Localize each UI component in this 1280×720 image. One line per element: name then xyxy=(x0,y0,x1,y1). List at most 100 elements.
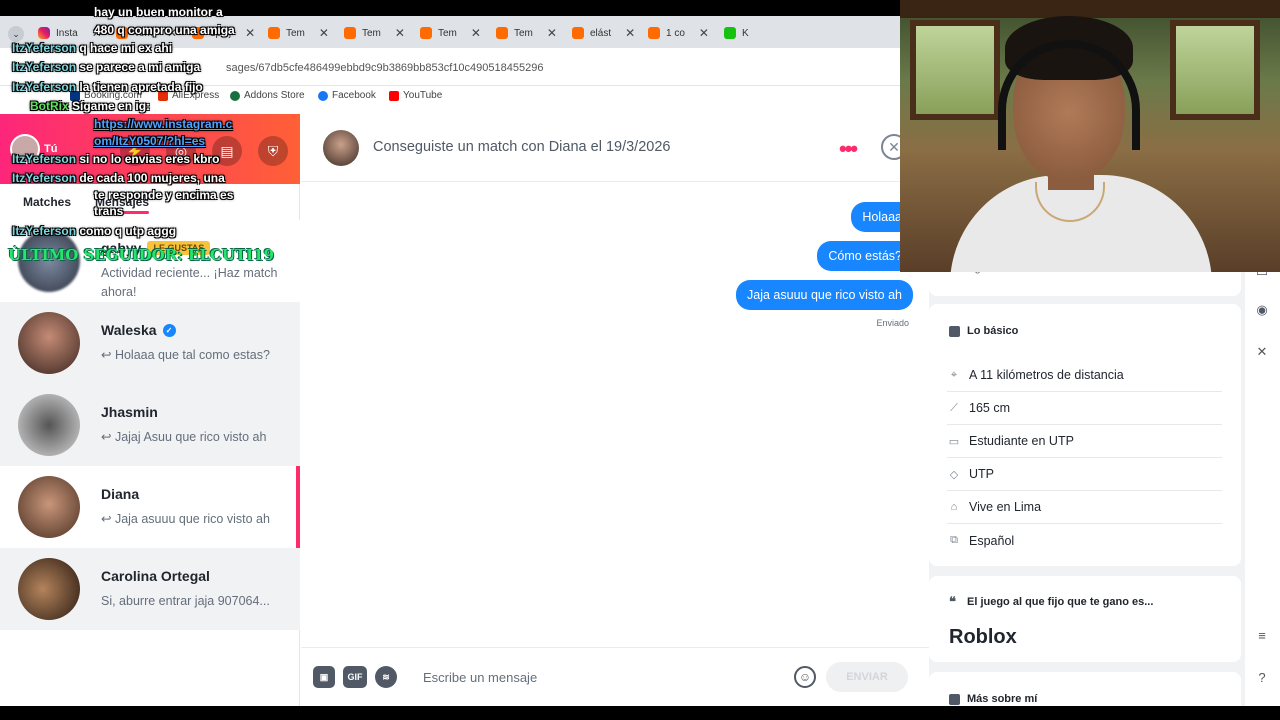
basics-card: Lo básico ⌖ A 11 kilómetros de distancia … xyxy=(929,304,1241,566)
bookmark-label: AliExpress xyxy=(172,90,220,101)
conversation-name: gabyy LE GUSTAS xyxy=(101,240,211,256)
message-input[interactable]: Escribe un mensaje xyxy=(423,670,537,685)
conversation-name: Jhasmin xyxy=(101,404,158,420)
bookmark-booking[interactable]: Booking.com xyxy=(70,90,142,101)
basics-title: Lo básico xyxy=(967,325,1019,337)
chat-panel: Conseguiste un match con Diana el 19/3/2… xyxy=(301,114,929,720)
window xyxy=(1170,20,1260,120)
conversation-gabyy[interactable]: gabyy LE GUSTAS Actividad reciente... ¡Ha… xyxy=(0,220,300,302)
browser-tab[interactable]: elást ✕ xyxy=(572,22,635,44)
conversation-name: Carolina Ortegal xyxy=(101,568,210,584)
sidebar-tabs: Matches Mensajes xyxy=(0,184,300,220)
shield-icon[interactable]: ⛨ xyxy=(258,136,288,166)
conversation-carolina[interactable]: Carolina Ortegal Si, aburre entrar jaja … xyxy=(0,548,300,630)
tools-icon[interactable]: ✕ xyxy=(1254,344,1270,360)
gif-button[interactable]: GIF xyxy=(343,666,367,688)
sidebar: Tú ⚡ ◎ ▤ ⛨ Matches Mensajes gabyy LE GUST… xyxy=(0,114,300,720)
profile-panel: Contiger Lo básico ⌖A 11 kilómetros de d… xyxy=(929,260,1251,720)
bottom-black-bar xyxy=(0,706,1280,720)
browser-tab[interactable]: Insta ✕ xyxy=(38,22,102,44)
tab-messages[interactable]: Mensajes xyxy=(95,195,150,214)
avatar xyxy=(18,476,80,538)
conversation-preview: Actividad reciente... ¡Haz match ahora! xyxy=(101,266,278,299)
name-text: Diana xyxy=(101,486,140,502)
tab-label: Tem xyxy=(286,27,305,39)
briefcase-icon[interactable]: ▤ xyxy=(212,136,242,166)
sent-status: Enviado xyxy=(876,318,909,328)
my-avatar[interactable] xyxy=(10,134,40,164)
tab-label: Tem xyxy=(514,27,533,39)
tab-matches[interactable]: Matches xyxy=(23,195,71,209)
browser-tab[interactable]: Tem ✕ xyxy=(268,22,329,44)
sliders-icon[interactable]: ≡ xyxy=(1254,628,1270,644)
gamepad-icon[interactable]: ◉ xyxy=(1254,302,1270,318)
bookmark-label: Booking.com xyxy=(84,90,142,101)
tab-close-icon[interactable]: ✕ xyxy=(167,26,177,40)
conversation-diana[interactable]: Diana ↩ Jaja asuuu que rico visto ah xyxy=(0,466,300,548)
bookmark-facebook[interactable]: Facebook xyxy=(318,90,376,101)
browser-tab[interactable]: Tem ✕ xyxy=(496,22,557,44)
basics-icon xyxy=(949,326,960,337)
match-avatar[interactable] xyxy=(323,130,359,166)
briefcase-icon: ▭ xyxy=(948,435,960,448)
tab-close-icon[interactable]: ✕ xyxy=(547,26,557,40)
avatar xyxy=(18,230,80,292)
tab-close-icon[interactable]: ✕ xyxy=(395,26,405,40)
tab-label: Tem xyxy=(438,27,457,39)
name-text: Jhasmin xyxy=(101,404,158,420)
bookmark-addons[interactable]: Addons Store xyxy=(230,90,305,101)
browser-tab[interactable]: 1 co ✕ xyxy=(648,22,709,44)
right-rail: ▭ ◉ ✕ ≡ ? xyxy=(1245,264,1280,720)
prompt-title: El juego al que fijo que te gano es... xyxy=(967,596,1154,608)
tab-favicon-icon xyxy=(344,27,356,39)
tab-close-icon[interactable]: ✕ xyxy=(92,26,102,40)
browser-tab[interactable]: K xyxy=(724,22,749,44)
conversation-waleska[interactable]: Waleska ✓ ↩ Holaaa que tal como estas? xyxy=(0,302,300,384)
more-about-title: Más sobre mí xyxy=(967,693,1038,705)
preview-text: Holaaa que tal como estas? xyxy=(114,348,270,362)
tab-label: 1pc j xyxy=(210,27,232,39)
tab-close-icon[interactable]: ✕ xyxy=(471,26,481,40)
explore-icon[interactable]: ◎ xyxy=(166,136,196,166)
spotify-icon[interactable]: ≋ xyxy=(375,666,397,688)
basic-text: A 11 kilómetros de distancia xyxy=(969,368,1124,382)
name-text: Carolina Ortegal xyxy=(101,568,210,584)
send-button[interactable]: ENVIAR xyxy=(826,662,908,692)
conversation-preview: ↩ Holaaa que tal como estas? xyxy=(101,348,270,362)
boost-icon[interactable]: ⚡ xyxy=(120,136,150,166)
emoji-icon[interactable]: ☺ xyxy=(794,666,816,688)
more-options-icon[interactable]: ••• xyxy=(839,136,858,162)
help-icon[interactable]: ? xyxy=(1254,670,1270,686)
browser-tab[interactable]: Tem ✕ xyxy=(420,22,481,44)
bookmark-label: YouTube xyxy=(403,90,443,101)
tab-close-icon[interactable]: ✕ xyxy=(625,26,635,40)
name-text: Waleska xyxy=(101,322,157,338)
tag-icon xyxy=(949,694,960,705)
conversation-jhasmin[interactable]: Jhasmin ↩ Jajaj Asuu que rico visto ah xyxy=(0,384,300,466)
tab-close-icon[interactable]: ✕ xyxy=(319,26,329,40)
tab-favicon-icon xyxy=(420,27,432,39)
bookmark-label: Facebook xyxy=(332,90,376,101)
tab-label: elást xyxy=(590,27,612,39)
tab-close-icon[interactable]: ✕ xyxy=(245,26,255,40)
browser-tab[interactable]: 1pc j ✕ xyxy=(192,22,255,44)
avatar xyxy=(18,312,80,374)
bookmark-youtube[interactable]: YouTube xyxy=(389,90,442,101)
my-profile-label[interactable]: Tú xyxy=(44,143,57,155)
tab-search-chevron-icon[interactable]: ⌄ xyxy=(8,26,24,42)
url-text[interactable]: sages/67db5cfe486499ebbd9c9b3869bb853cf1… xyxy=(226,62,543,74)
location-icon: ⌖ xyxy=(950,368,958,381)
conversation-preview: Si, aburre entrar jaja 907064... xyxy=(101,594,270,608)
basic-row-height: ⟋ 165 cm xyxy=(947,392,1222,425)
browser-tab[interactable]: Tem ✕ xyxy=(344,22,405,44)
tab-favicon-icon xyxy=(116,27,128,39)
bookmark-aliexpress[interactable]: AliExpress xyxy=(158,90,219,101)
language-icon: ⧉ xyxy=(950,534,958,546)
basic-text: UTP xyxy=(969,467,994,481)
home-icon: ⌂ xyxy=(950,501,958,513)
tab-close-icon[interactable]: ✕ xyxy=(699,26,709,40)
verified-icon: ✓ xyxy=(162,323,176,337)
contact-card-icon[interactable]: ▣ xyxy=(313,666,335,688)
browser-tab[interactable]: Tem ✕ xyxy=(116,22,177,44)
address-bar[interactable]: sages/67db5cfe486499ebbd9c9b3869bb853cf1… xyxy=(0,48,900,86)
